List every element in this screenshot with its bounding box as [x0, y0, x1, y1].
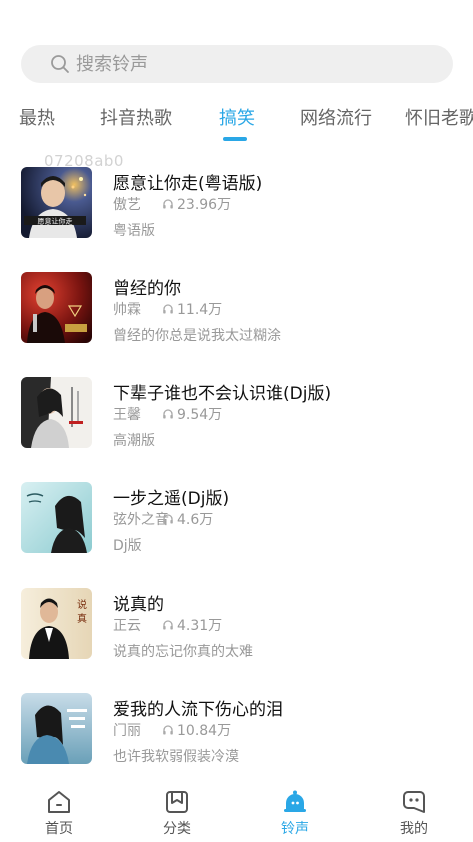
tab-douyin[interactable]: 抖音热歌 [100, 104, 172, 130]
play-count: 11.4万 [162, 299, 222, 319]
song-description: 曾经的你总是说我太过糊涂 [113, 328, 281, 344]
album-cover [21, 377, 92, 448]
play-count-value: 10.84万 [177, 723, 232, 739]
cover-title-text: 愿意让你走 [38, 217, 73, 226]
song-description: 说真的忘记你真的太难 [113, 644, 253, 660]
bottom-navigation: 首页 分类 铃声 我的 [0, 782, 473, 842]
nav-mine[interactable]: 我的 [374, 782, 454, 842]
song-artist: 正云 [113, 618, 141, 634]
headphone-icon [163, 409, 173, 419]
tab-hot[interactable]: 最热 [19, 104, 55, 130]
nav-home-label: 首页 [45, 821, 73, 837]
tab-funny[interactable]: 搞笑 [219, 104, 255, 130]
song-description: Dj版 [113, 538, 142, 554]
home-icon [48, 791, 70, 813]
play-count-value: 4.31万 [177, 618, 223, 634]
play-count-value: 9.54万 [177, 407, 223, 423]
tab-oldies[interactable]: 怀旧老歌 [405, 104, 473, 130]
list-item[interactable]: 爱我的人流下伤心的泪 门丽 10.84万 也许我软弱假装冷漠 [0, 693, 473, 765]
song-title: 一步之遥(Dj版) [113, 489, 230, 509]
tab-internet[interactable]: 网络流行 [300, 104, 372, 130]
song-title: 爱我的人流下伤心的泪 [113, 700, 283, 720]
song-title: 说真的 [113, 595, 164, 615]
headphone-icon [163, 514, 173, 524]
profile-icon [403, 791, 425, 813]
headphone-icon [163, 304, 173, 314]
headphone-icon [163, 620, 173, 630]
song-title: 曾经的你 [113, 279, 181, 299]
play-count: 10.84万 [162, 720, 231, 740]
search-bar[interactable] [21, 45, 453, 83]
song-description: 高潮版 [113, 433, 155, 449]
list-item[interactable]: 说 真 说真的 正云 4.31万 说真的忘记你真的太难 [0, 588, 473, 660]
list-item[interactable]: 愿意让你走 愿意让你走(粤语版) 傲艺 23.96万 粤语版 [0, 167, 473, 239]
category-tabs: 最热 抖音热歌 搞笑 网络流行 怀旧老歌 [0, 100, 473, 144]
search-icon [51, 55, 69, 73]
active-tab-indicator [223, 137, 247, 141]
album-cover: 说 真 [21, 588, 92, 659]
song-description: 粤语版 [113, 223, 155, 239]
song-artist: 傲艺 [113, 197, 141, 213]
nav-ringtone[interactable]: 铃声 [255, 782, 335, 842]
nav-home[interactable]: 首页 [19, 782, 99, 842]
nav-ringtone-label: 铃声 [281, 821, 309, 837]
svg-text:说: 说 [77, 598, 87, 611]
play-count-value: 11.4万 [177, 302, 223, 318]
play-count: 4.6万 [162, 509, 213, 529]
album-cover: 愿意让你走 [21, 167, 92, 238]
play-count: 23.96万 [162, 194, 231, 214]
song-artist: 帅霖 [113, 302, 141, 318]
headphone-icon [163, 725, 173, 735]
category-icon [166, 791, 188, 813]
list-item[interactable]: 下辈子谁也不会认识谁(Dj版) 王馨 9.54万 高潮版 [0, 377, 473, 449]
headphone-icon [163, 199, 173, 209]
list-item[interactable]: 曾经的你 帅霖 11.4万 曾经的你总是说我太过糊涂 [0, 272, 473, 344]
album-cover [21, 272, 92, 343]
album-cover [21, 482, 92, 553]
song-artist: 门丽 [113, 723, 141, 739]
nav-category-label: 分类 [163, 821, 191, 837]
search-input[interactable] [74, 52, 418, 76]
nav-category[interactable]: 分类 [137, 782, 217, 842]
list-item[interactable]: 一步之遥(Dj版) 弦外之音 4.6万 Dj版 [0, 482, 473, 554]
play-count: 4.31万 [162, 615, 222, 635]
song-description: 也许我软弱假装冷漠 [113, 749, 239, 765]
play-count-value: 4.6万 [177, 512, 214, 528]
play-count-value: 23.96万 [177, 197, 232, 213]
song-artist: 王馨 [113, 407, 141, 423]
play-count: 9.54万 [162, 404, 222, 424]
svg-text:真: 真 [77, 612, 87, 625]
song-artist: 弦外之音 [113, 512, 169, 528]
song-title: 愿意让你走(粤语版) [113, 174, 263, 194]
song-title: 下辈子谁也不会认识谁(Dj版) [113, 384, 332, 404]
nav-mine-label: 我的 [400, 821, 428, 837]
album-cover [21, 693, 92, 764]
bell-icon [284, 790, 306, 812]
